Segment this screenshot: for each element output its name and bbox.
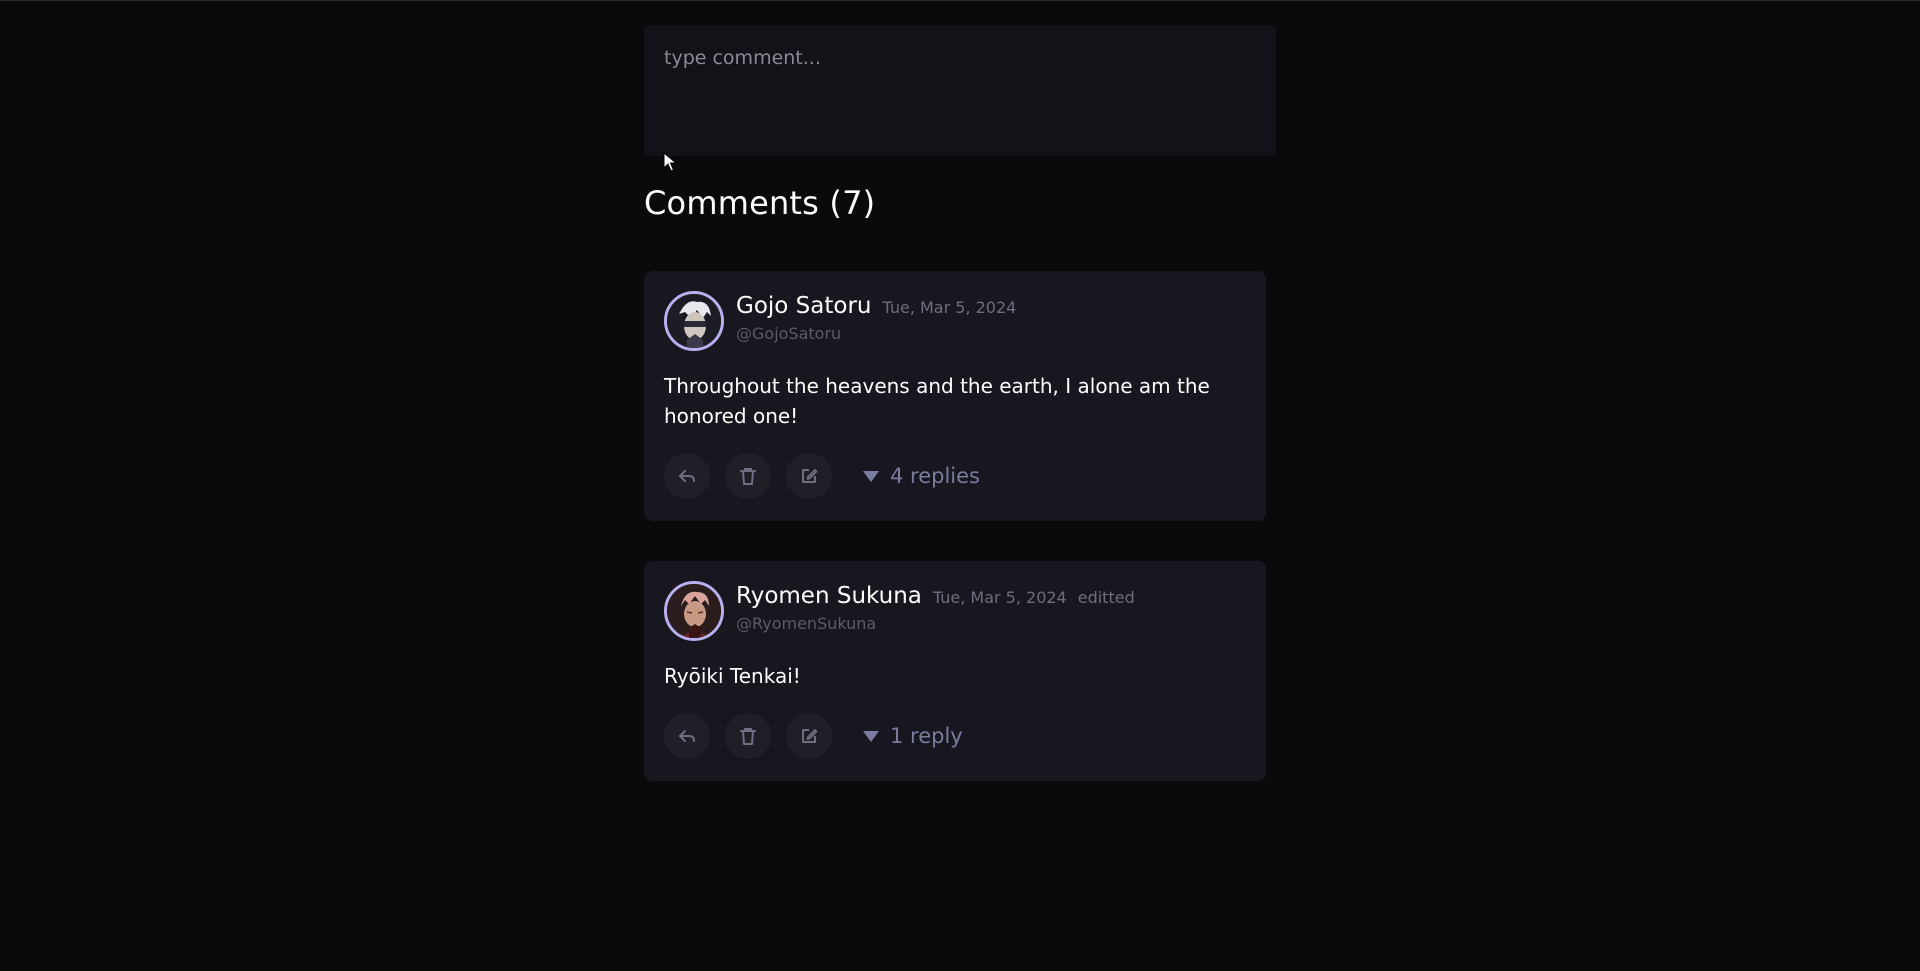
replies-count: 1 reply [890,724,963,748]
comment-date: Tue, Mar 5, 2024 [932,588,1067,607]
comment-text: Throughout the heavens and the earth, I … [664,374,1210,428]
reply-arrow-icon [679,730,695,742]
comment-text: Ryōiki Tenkai! [664,664,801,688]
comment-header: Gojo Satoru Tue, Mar 5, 2024 @GojoSatoru [664,291,1246,351]
trash-icon [740,728,756,745]
triangle-down-icon [863,471,879,482]
avatar-sukuna-image [667,584,721,638]
edit-button[interactable] [786,453,832,499]
author-name[interactable]: Gojo Satoru [736,293,871,319]
delete-button[interactable] [725,713,771,759]
comment-card: Ryomen Sukuna Tue, Mar 5, 2024 editted @… [644,561,1266,781]
comment-input[interactable] [644,25,1276,156]
replies-toggle[interactable]: 1 reply [862,724,963,748]
comment-meta: Gojo Satoru Tue, Mar 5, 2024 @GojoSatoru [736,293,1016,343]
edited-badge: editted [1077,588,1135,607]
author-handle[interactable]: @RyomenSukuna [736,614,1135,633]
edit-button[interactable] [786,713,832,759]
comment-header: Ryomen Sukuna Tue, Mar 5, 2024 editted @… [664,581,1246,641]
replies-toggle[interactable]: 4 replies [862,464,980,488]
triangle-down-icon [863,731,879,742]
name-row: Gojo Satoru Tue, Mar 5, 2024 [736,293,1016,319]
reply-button[interactable] [664,453,710,499]
author-handle[interactable]: @GojoSatoru [736,324,1016,343]
edit-icon [802,729,818,743]
avatar[interactable] [664,581,724,641]
trash-icon [740,468,756,485]
author-name[interactable]: Ryomen Sukuna [736,583,922,609]
comments-heading: Comments (7) [644,184,876,222]
comment-date: Tue, Mar 5, 2024 [882,298,1017,317]
edit-icon [802,469,818,483]
comment-meta: Ryomen Sukuna Tue, Mar 5, 2024 editted @… [736,583,1135,633]
reply-arrow-icon [679,470,695,482]
comment-actions: 1 reply [664,713,1246,759]
comment-card: Gojo Satoru Tue, Mar 5, 2024 @GojoSatoru… [644,271,1266,521]
reply-button[interactable] [664,713,710,759]
avatar-gojo-image [667,294,721,348]
name-row: Ryomen Sukuna Tue, Mar 5, 2024 editted [736,583,1135,609]
replies-count: 4 replies [890,464,980,488]
delete-button[interactable] [725,453,771,499]
comment-actions: 4 replies [664,453,1246,499]
avatar[interactable] [664,291,724,351]
mouse-cursor-icon [663,152,677,172]
